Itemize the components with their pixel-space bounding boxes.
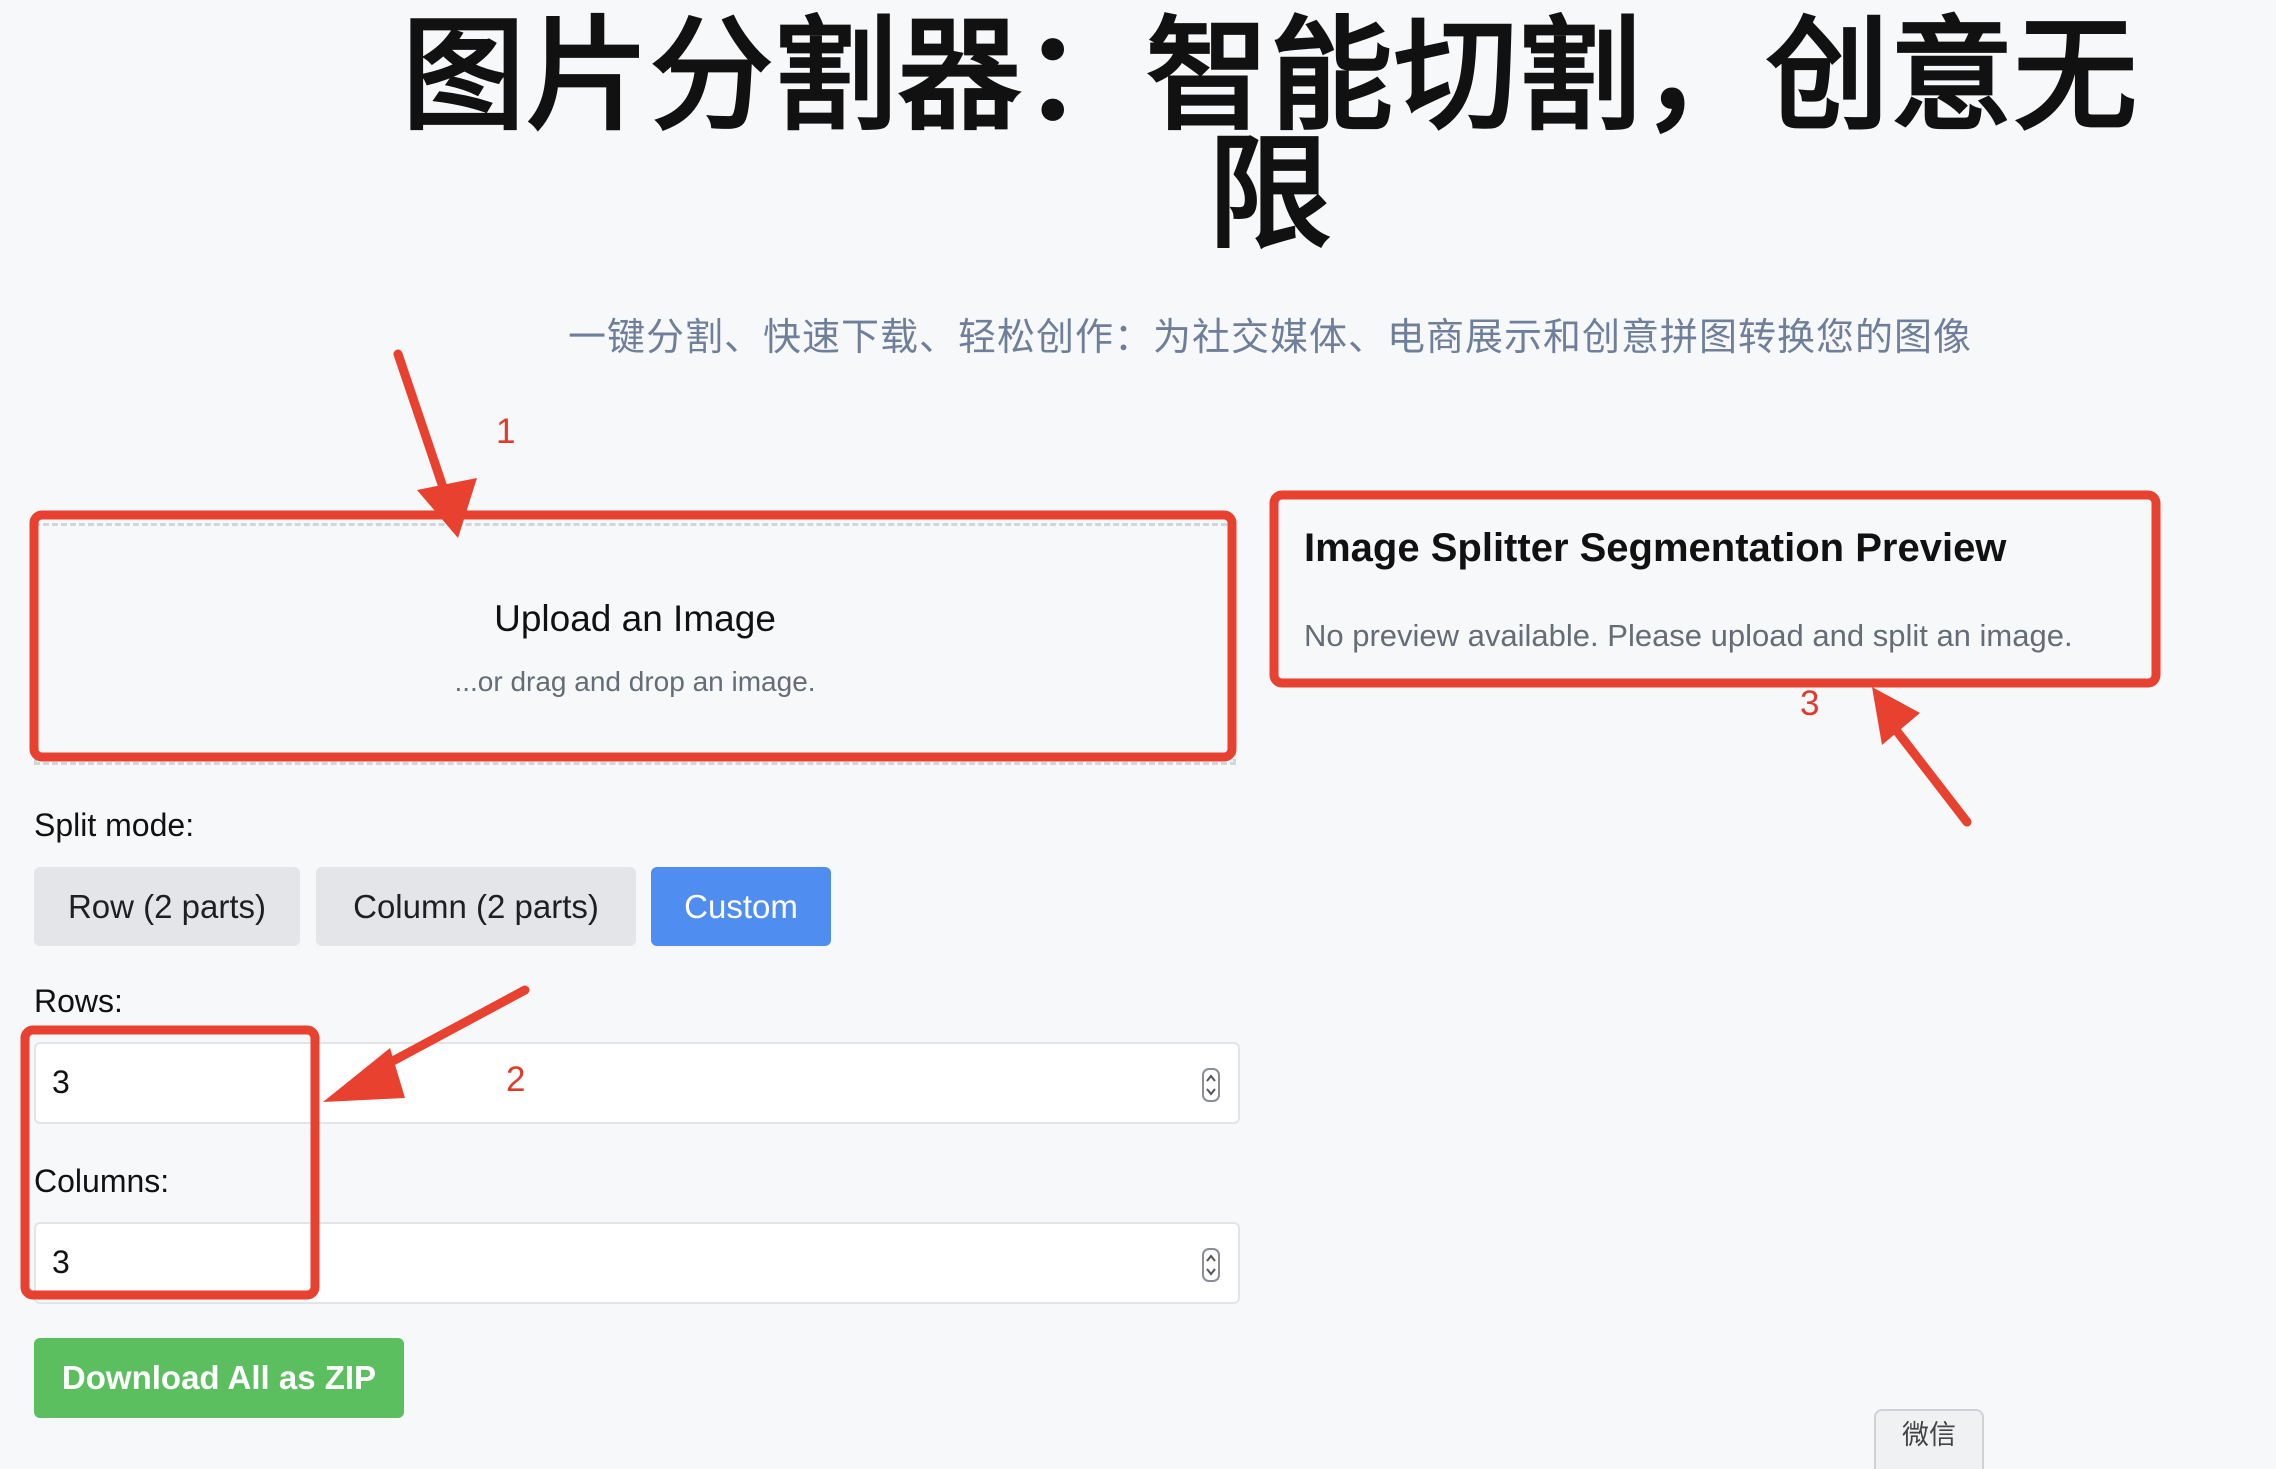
rows-label: Rows: (34, 983, 123, 1019)
preview-panel: Image Splitter Segmentation Preview No p… (1276, 500, 2154, 670)
column-mode-button[interactable]: Column (2 parts) (316, 867, 636, 946)
split-mode-label: Split mode: (34, 807, 195, 843)
marker-2: 2 (506, 1060, 526, 1099)
marker-1: 1 (496, 412, 516, 451)
preview-title: Image Splitter Segmentation Preview (1304, 526, 2007, 570)
columns-value: 3 (52, 1244, 70, 1280)
rows-spinner-icon[interactable] (1202, 1068, 1220, 1102)
upload-hint: ...or drag and drop an image. (454, 666, 816, 697)
rows-input[interactable]: 3 (34, 1042, 1240, 1124)
custom-mode-button[interactable]: Custom (651, 867, 831, 946)
page-subtitle: 一键分割、快速下载、轻松创作：为社交媒体、电商展示和创意拼图转换您的图像 (567, 315, 1972, 359)
download-zip-button[interactable]: Download All as ZIP (34, 1338, 404, 1418)
upload-title: Upload an Image (494, 598, 776, 639)
arrow-1-icon (393, 349, 477, 538)
rows-value: 3 (52, 1064, 70, 1100)
row-mode-button[interactable]: Row (2 parts) (34, 867, 300, 946)
upload-dropzone[interactable]: Upload an Image ...or drag and drop an i… (34, 523, 1236, 765)
wechat-tab[interactable]: 微信 (1874, 1409, 1984, 1469)
arrow-3-icon (1872, 687, 1972, 827)
page-title: 图片分割器：智能切割，创意无限 (402, 5, 2138, 266)
columns-input[interactable]: 3 (34, 1222, 1240, 1304)
marker-3: 3 (1800, 684, 1820, 723)
columns-spinner-icon[interactable] (1202, 1248, 1220, 1282)
columns-label: Columns: (34, 1163, 170, 1199)
preview-message: No preview available. Please upload and … (1304, 618, 2073, 653)
title-wrap: 图片分割器：智能切割，创意无限 (380, 5, 2160, 266)
